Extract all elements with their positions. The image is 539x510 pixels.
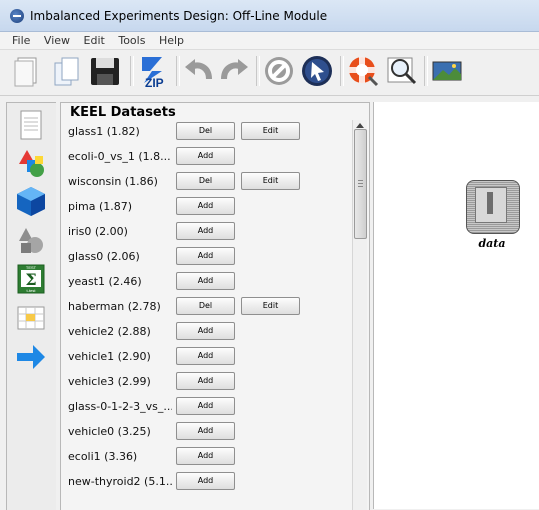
menu-tools[interactable]: Tools	[118, 32, 145, 49]
redo-icon[interactable]	[216, 53, 252, 89]
save-disk-icon[interactable]	[87, 53, 123, 89]
dataset-name: yeast1 (2.46)	[68, 275, 142, 288]
menu-help[interactable]: Help	[159, 32, 184, 49]
add-button[interactable]: Add	[176, 247, 235, 265]
list-item: haberman (2.78) Del Edit	[61, 295, 351, 320]
data-node-icon[interactable]	[466, 180, 520, 234]
table-grid-icon[interactable]	[15, 302, 47, 334]
add-button[interactable]: Add	[176, 472, 235, 490]
keel-datasets-panel: KEEL Datasets glass1 (1.82) Del Edit eco…	[60, 102, 370, 510]
open-document-icon[interactable]	[48, 53, 84, 89]
dataset-name: glass1 (1.82)	[68, 125, 140, 138]
grey-shapes-icon[interactable]	[15, 223, 47, 255]
grip-line	[358, 180, 363, 181]
list-item: vehicle2 (2.88) Add	[61, 320, 351, 345]
window-title: Imbalanced Experiments Design: Off-Line …	[30, 9, 328, 23]
add-button[interactable]: Add	[176, 397, 235, 415]
menu-file[interactable]: File	[12, 32, 30, 49]
shapes-icon[interactable]	[15, 146, 47, 178]
menu-view[interactable]: View	[44, 32, 70, 49]
list-item: iris0 (2.00) Add	[61, 220, 351, 245]
zip-export-icon[interactable]: ZIP	[136, 53, 172, 90]
add-button[interactable]: Add	[176, 197, 235, 215]
dataset-name: glass0 (2.06)	[68, 250, 140, 263]
add-button[interactable]: Add	[176, 422, 235, 440]
document-icon[interactable]	[15, 109, 47, 141]
add-button[interactable]: Add	[176, 372, 235, 390]
tool-palette: TEST Σt-test	[6, 102, 56, 510]
toolbar-separator	[176, 56, 180, 86]
add-button[interactable]: Add	[176, 347, 235, 365]
add-button[interactable]: Add	[176, 147, 235, 165]
add-button[interactable]: Add	[176, 322, 235, 340]
dataset-name: iris0 (2.00)	[68, 225, 128, 238]
stop-icon[interactable]	[261, 53, 297, 89]
list-item: vehicle0 (3.25) Add	[61, 420, 351, 445]
menu-edit[interactable]: Edit	[84, 32, 105, 49]
data-file-icon	[475, 187, 507, 223]
dataset-name: haberman (2.78)	[68, 300, 161, 313]
list-item: vehicle3 (2.99) Add	[61, 370, 351, 395]
toolbar-separator	[424, 56, 428, 86]
add-button[interactable]: Add	[176, 272, 235, 290]
app-logo-icon	[10, 9, 24, 23]
list-item: ecoli1 (3.36) Add	[61, 445, 351, 470]
dataset-name: glass-0-1-2-3_vs_...	[68, 400, 172, 413]
edit-button[interactable]: Edit	[241, 122, 300, 140]
sigma-test-icon[interactable]: TEST Σt-test	[15, 263, 47, 295]
dataset-scrollbar[interactable]	[352, 120, 367, 510]
menu-bar: File View Edit Tools Help	[0, 32, 539, 50]
dataset-name: wisconsin (1.86)	[68, 175, 158, 188]
add-button[interactable]: Add	[176, 447, 235, 465]
dataset-name: vehicle1 (2.90)	[68, 350, 151, 363]
sigma-symbol: Σ	[25, 270, 36, 289]
list-item: glass0 (2.06) Add	[61, 245, 351, 270]
help-lifebuoy-icon[interactable]	[345, 53, 381, 89]
list-item: pima (1.87) Add	[61, 195, 351, 220]
list-item: vehicle1 (2.90) Add	[61, 345, 351, 370]
dataset-name: vehicle2 (2.88)	[68, 325, 151, 338]
list-item: wisconsin (1.86) Del Edit	[61, 170, 351, 195]
select-pointer-icon[interactable]	[299, 53, 335, 89]
edit-button[interactable]: Edit	[241, 297, 300, 315]
toolbar-separator	[130, 56, 134, 86]
dataset-name: ecoli1 (3.36)	[68, 450, 138, 463]
del-button[interactable]: Del	[176, 122, 235, 140]
dataset-list: glass1 (1.82) Del Edit ecoli-0_vs_1 (1.8…	[61, 120, 351, 495]
scrollbar-thumb[interactable]	[354, 129, 367, 239]
data-node-label: data	[478, 237, 506, 250]
grip-line	[358, 186, 363, 187]
toolbar-separator	[340, 56, 344, 86]
blue-cube-icon[interactable]	[15, 185, 47, 217]
edit-button[interactable]: Edit	[241, 172, 300, 190]
scroll-up-arrow-icon[interactable]	[356, 123, 364, 128]
list-item: yeast1 (2.46) Add	[61, 270, 351, 295]
toolbar: ZIP	[0, 50, 539, 96]
zip-label: ZIP	[145, 76, 164, 89]
list-item: glass-0-1-2-3_vs_... Add	[61, 395, 351, 420]
del-button[interactable]: Del	[176, 297, 235, 315]
design-canvas[interactable]: data	[373, 102, 539, 509]
dataset-name: ecoli-0_vs_1 (1.8...	[68, 150, 171, 163]
blue-arrow-icon[interactable]	[15, 341, 47, 373]
add-button[interactable]: Add	[176, 222, 235, 240]
list-item: new-thyroid2 (5.1... Add	[61, 470, 351, 495]
zoom-search-icon[interactable]	[384, 53, 420, 89]
del-button[interactable]: Del	[176, 172, 235, 190]
undo-icon[interactable]	[181, 53, 217, 89]
dataset-name: vehicle0 (3.25)	[68, 425, 151, 438]
landscape-image-icon[interactable]	[429, 53, 465, 89]
list-item: ecoli-0_vs_1 (1.8... Add	[61, 145, 351, 170]
panel-title: KEEL Datasets	[70, 105, 176, 120]
grip-line	[358, 183, 363, 184]
new-document-icon[interactable]	[9, 53, 45, 89]
dataset-name: vehicle3 (2.99)	[68, 375, 151, 388]
toolbar-separator	[256, 56, 260, 86]
sigma-bottom-label: t-test	[27, 288, 37, 293]
dataset-name: pima (1.87)	[68, 200, 133, 213]
dataset-name: new-thyroid2 (5.1...	[68, 475, 172, 488]
list-item: glass1 (1.82) Del Edit	[61, 120, 351, 145]
title-bar: Imbalanced Experiments Design: Off-Line …	[0, 0, 539, 32]
